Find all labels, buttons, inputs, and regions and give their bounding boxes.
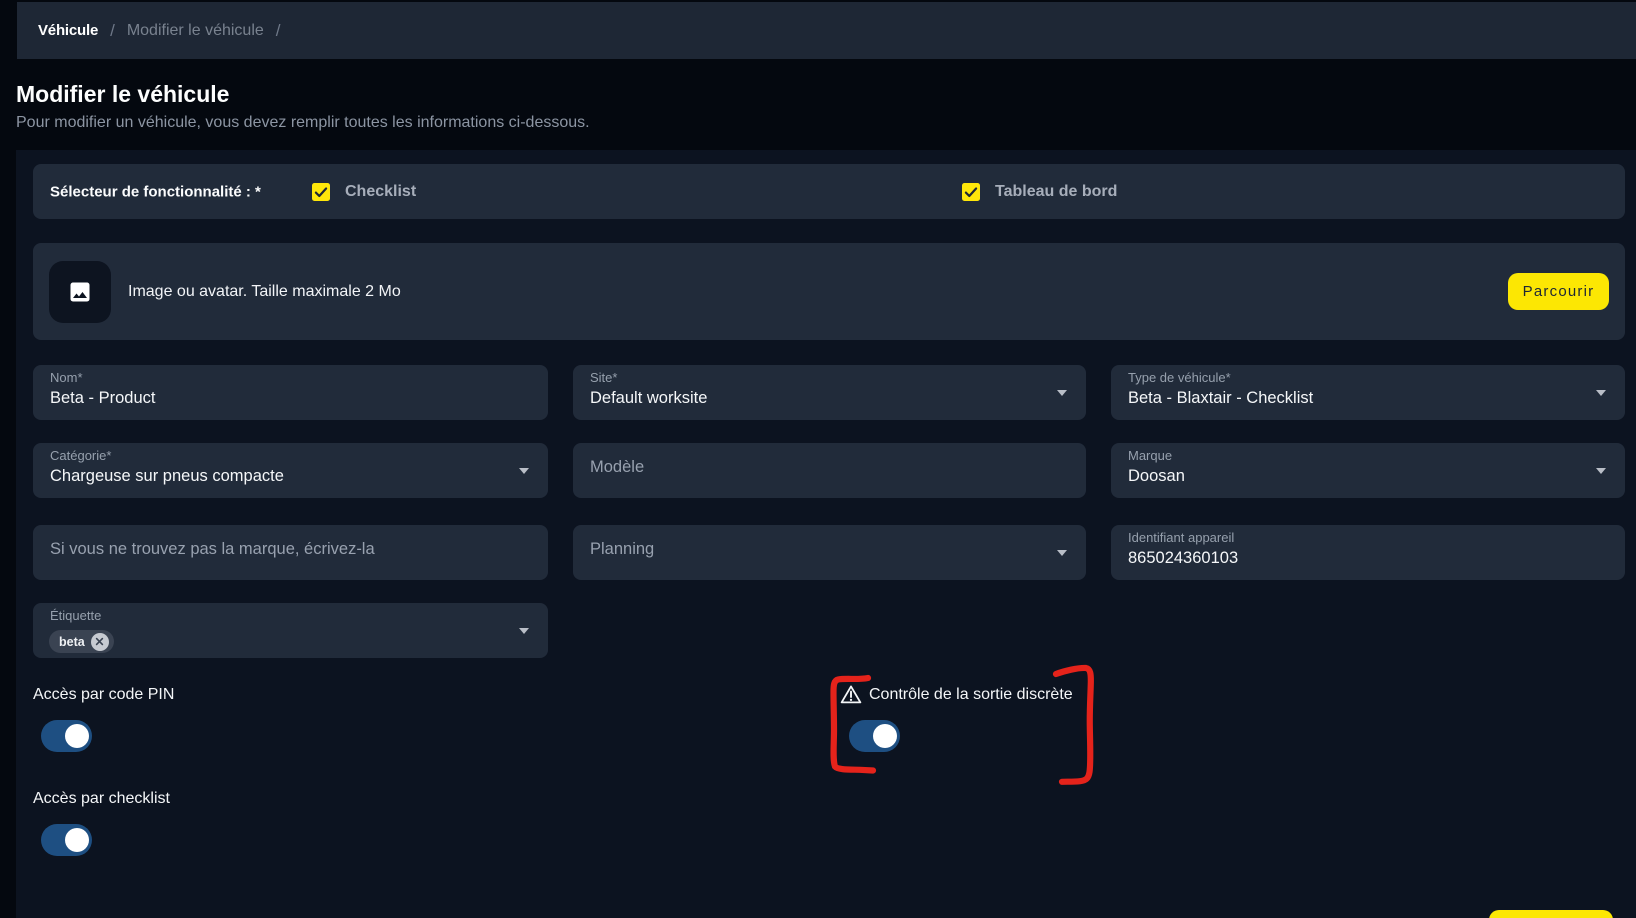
checkmark-icon xyxy=(312,183,330,201)
categorie-label: Catégorie* xyxy=(50,448,548,463)
identifiant-appareil-label: Identifiant appareil xyxy=(1128,530,1625,545)
marque-libre-input[interactable]: Si vous ne trouvez pas la marque, écrive… xyxy=(33,525,548,580)
acces-checklist-label: Accès par checklist xyxy=(33,790,170,808)
checklist-checkbox-label: Checklist xyxy=(345,183,416,201)
identifiant-appareil-input[interactable]: Identifiant appareil 865024360103 xyxy=(1111,525,1625,580)
planning-select[interactable]: Planning xyxy=(573,525,1086,580)
type-vehicule-value: Beta - Blaxtair - Checklist xyxy=(1128,389,1625,408)
identifiant-appareil-value: 865024360103 xyxy=(1128,549,1625,568)
acces-pin-label: Accès par code PIN xyxy=(33,686,174,704)
breadcrumb: Véhicule / Modifier le véhicule / xyxy=(17,2,1636,59)
etiquette-select[interactable]: Étiquette beta xyxy=(33,603,548,658)
toggle-knob xyxy=(65,828,89,852)
nom-label: Nom* xyxy=(50,370,548,385)
toggle-knob xyxy=(873,724,897,748)
checkmark-icon xyxy=(962,183,980,201)
nom-value: Beta - Product xyxy=(50,389,548,408)
site-value: Default worksite xyxy=(590,389,1086,408)
planning-placeholder: Planning xyxy=(590,540,1086,559)
feature-selector-label: Sélecteur de fonctionnalité : * xyxy=(50,183,261,200)
tag-chip-label: beta xyxy=(59,635,85,649)
image-icon xyxy=(68,280,92,304)
chevron-down-icon xyxy=(1596,390,1606,396)
page-title: Modifier le véhicule xyxy=(16,81,229,108)
categorie-select[interactable]: Catégorie* Chargeuse sur pneus compacte xyxy=(33,443,548,498)
image-upload-caption: Image ou avatar. Taille maximale 2 Mo xyxy=(128,283,401,301)
remove-tag-icon[interactable] xyxy=(91,633,109,651)
warning-icon xyxy=(840,684,862,704)
categorie-value: Chargeuse sur pneus compacte xyxy=(50,467,548,486)
image-upload-card: Image ou avatar. Taille maximale 2 Mo Pa… xyxy=(33,243,1625,340)
chevron-down-icon xyxy=(1057,550,1067,556)
browse-button[interactable]: Parcourir xyxy=(1508,273,1609,310)
breadcrumb-modifier-le-vehicule[interactable]: Modifier le véhicule xyxy=(127,22,264,40)
site-label: Site* xyxy=(590,370,1086,385)
controle-sortie-toggle[interactable] xyxy=(849,720,900,752)
marque-value: Doosan xyxy=(1128,467,1625,486)
marque-libre-placeholder: Si vous ne trouvez pas la marque, écrive… xyxy=(50,540,548,559)
submit-button[interactable] xyxy=(1489,910,1613,918)
breadcrumb-separator: / xyxy=(110,21,115,41)
breadcrumb-separator-trailing: / xyxy=(276,21,281,41)
chevron-down-icon xyxy=(1057,390,1067,396)
checklist-checkbox[interactable] xyxy=(312,183,330,201)
feature-selector-card: Sélecteur de fonctionnalité : * Checklis… xyxy=(33,164,1625,219)
chevron-down-icon xyxy=(519,628,529,634)
marque-label: Marque xyxy=(1128,448,1625,463)
modele-placeholder: Modèle xyxy=(590,458,1086,477)
breadcrumb-vehicule[interactable]: Véhicule xyxy=(38,22,98,39)
tag-chip-beta: beta xyxy=(49,630,114,653)
acces-checklist-toggle[interactable] xyxy=(41,824,92,856)
etiquette-label: Étiquette xyxy=(50,608,548,623)
modele-input[interactable]: Modèle xyxy=(573,443,1086,498)
image-preview-box xyxy=(49,261,111,323)
tableau-de-bord-checkbox[interactable] xyxy=(962,183,980,201)
marque-select[interactable]: Marque Doosan xyxy=(1111,443,1625,498)
page-subtitle: Pour modifier un véhicule, vous devez re… xyxy=(16,114,590,132)
site-select[interactable]: Site* Default worksite xyxy=(573,365,1086,420)
toggle-knob xyxy=(65,724,89,748)
nom-input[interactable]: Nom* Beta - Product xyxy=(33,365,548,420)
type-vehicule-label: Type de véhicule* xyxy=(1128,370,1625,385)
type-vehicule-select[interactable]: Type de véhicule* Beta - Blaxtair - Chec… xyxy=(1111,365,1625,420)
chevron-down-icon xyxy=(519,468,529,474)
acces-pin-toggle[interactable] xyxy=(41,720,92,752)
controle-sortie-label: Contrôle de la sortie discrète xyxy=(869,686,1073,704)
tableau-de-bord-checkbox-label: Tableau de bord xyxy=(995,183,1117,201)
form-panel: Sélecteur de fonctionnalité : * Checklis… xyxy=(16,150,1636,918)
chevron-down-icon xyxy=(1596,468,1606,474)
